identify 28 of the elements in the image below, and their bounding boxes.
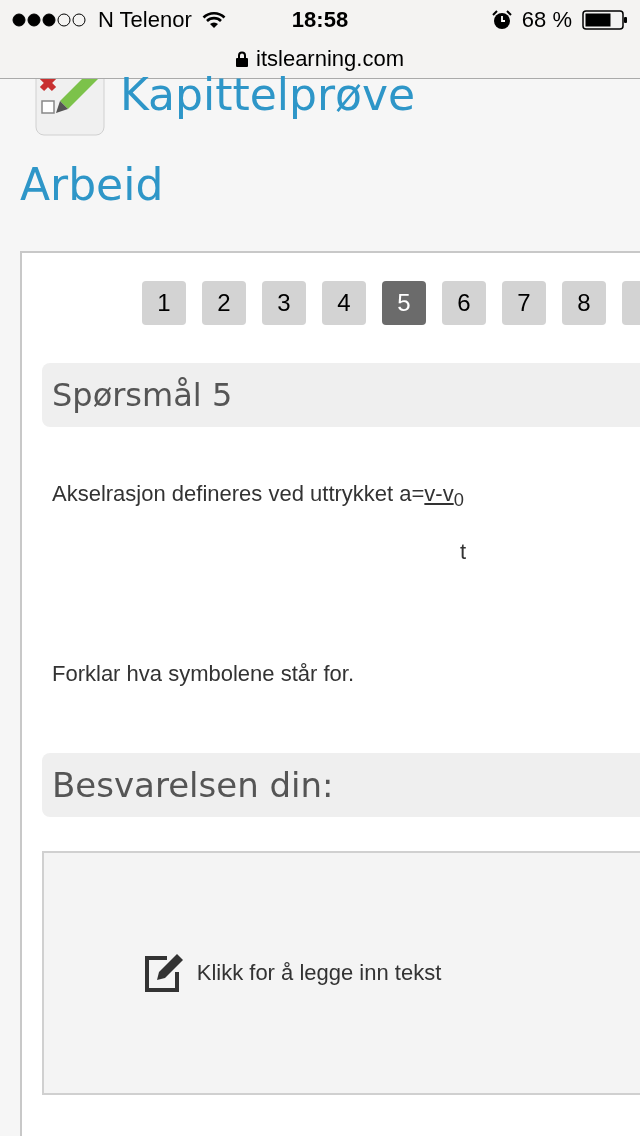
page-button[interactable]: 5: [382, 281, 426, 325]
answer-prompt: Klikk for å legge inn tekst: [196, 960, 442, 987]
question-text: Akselrasjon defineres ved uttrykket a=: [52, 481, 425, 506]
page-button[interactable]: 6: [442, 281, 486, 325]
alarm-icon: [491, 10, 512, 30]
url-text[interactable]: itslearning.com: [256, 46, 404, 72]
wifi-icon: [201, 11, 226, 29]
battery-percent: 68 %: [521, 7, 572, 33]
page-button[interactable]: 2: [202, 281, 246, 325]
fraction-numerator: v-v$_{0}$: [424, 481, 464, 506]
question-instruction: Forklar hva symbolene står for.: [51, 661, 355, 688]
fraction-denominator: t: [460, 539, 467, 565]
page-title: Kapittelprøve: [120, 73, 416, 117]
battery-icon: [582, 10, 628, 30]
answer-box[interactable]: Klikk for å legge inn tekst: [42, 851, 640, 1096]
page-subtitle: Arbeid: [20, 159, 165, 212]
edit-icon: [142, 952, 185, 995]
question-heading: Spørsmål 5: [42, 363, 640, 427]
page-button[interactable]: 1: [142, 281, 186, 325]
page-button[interactable]: 4: [322, 281, 366, 325]
answer-heading: Besvarelsen din:: [42, 753, 640, 818]
signal-icon: [12, 13, 88, 27]
clock-time: 18:58: [291, 7, 349, 33]
page-button[interactable]: 7: [502, 281, 546, 325]
lock-icon: [236, 51, 248, 67]
carrier-name: N Telenor: [98, 7, 192, 33]
page-button[interactable]: 8: [562, 281, 606, 325]
page-button[interactable]: 3: [262, 281, 306, 325]
